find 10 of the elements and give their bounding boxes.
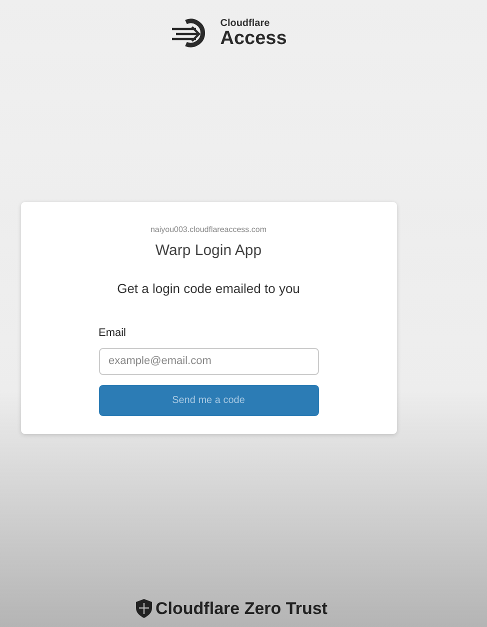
email-label: Email (98, 326, 128, 341)
brand-name: Cloudflare (220, 18, 271, 28)
email-field[interactable]: example@email.com (98, 348, 318, 374)
shield-icon (136, 598, 152, 618)
card-heading: Get a login code emailed to you (117, 280, 300, 298)
app-title: Warp Login App (155, 241, 262, 261)
domain-text: naiyou003.cloudflareaccess.com (150, 224, 267, 236)
send-code-button[interactable]: Send me a code (98, 384, 318, 416)
footer-brand: Cloudflare Zero Trust (156, 598, 328, 620)
product-name: Access (220, 28, 287, 48)
